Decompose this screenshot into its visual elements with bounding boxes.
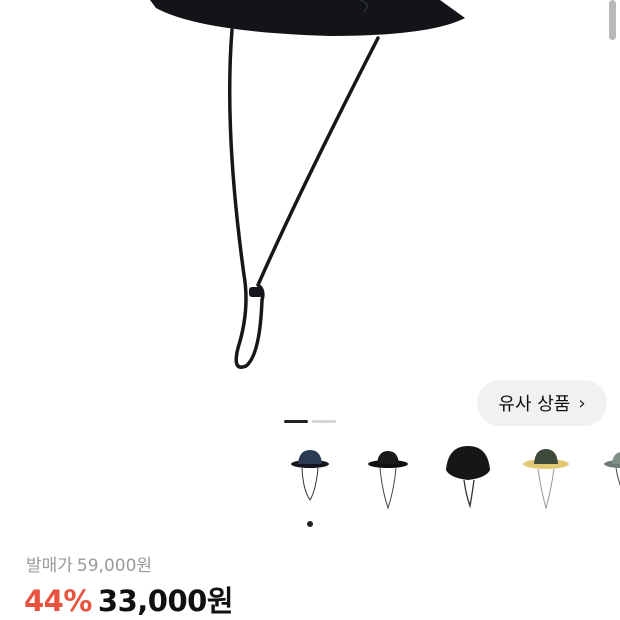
thumbnail-beige-safari-hat[interactable]: [514, 440, 580, 516]
thumbnail-navy-bucket-hat[interactable]: [280, 440, 346, 516]
discount-rate: 44%: [24, 584, 92, 618]
pager-indicator[interactable]: [312, 420, 336, 423]
price-row: 44% 33,000원: [24, 578, 234, 620]
product-image[interactable]: [0, 0, 620, 400]
thumbnail-black-bucket-hat[interactable]: [358, 440, 424, 516]
carousel-position-dot: [307, 521, 313, 527]
thumbnail-camo-hat[interactable]: [592, 440, 620, 516]
sale-price: 33,000원: [97, 584, 234, 618]
pager-indicator-active[interactable]: [284, 420, 308, 423]
chevron-right-icon: ›: [578, 392, 586, 414]
similar-products-label: 유사 상품: [498, 394, 571, 415]
gallery-pager: [284, 420, 336, 423]
original-price-value: 59,000원: [76, 556, 153, 576]
original-price-label: 발매가: [26, 556, 73, 576]
scrollbar[interactable]: [609, 0, 616, 40]
thumbnail-black-boonie-hat[interactable]: [436, 440, 502, 516]
similar-products-button[interactable]: 유사 상품 ›: [477, 380, 607, 426]
original-price: 발매가 59,000원: [26, 551, 152, 576]
